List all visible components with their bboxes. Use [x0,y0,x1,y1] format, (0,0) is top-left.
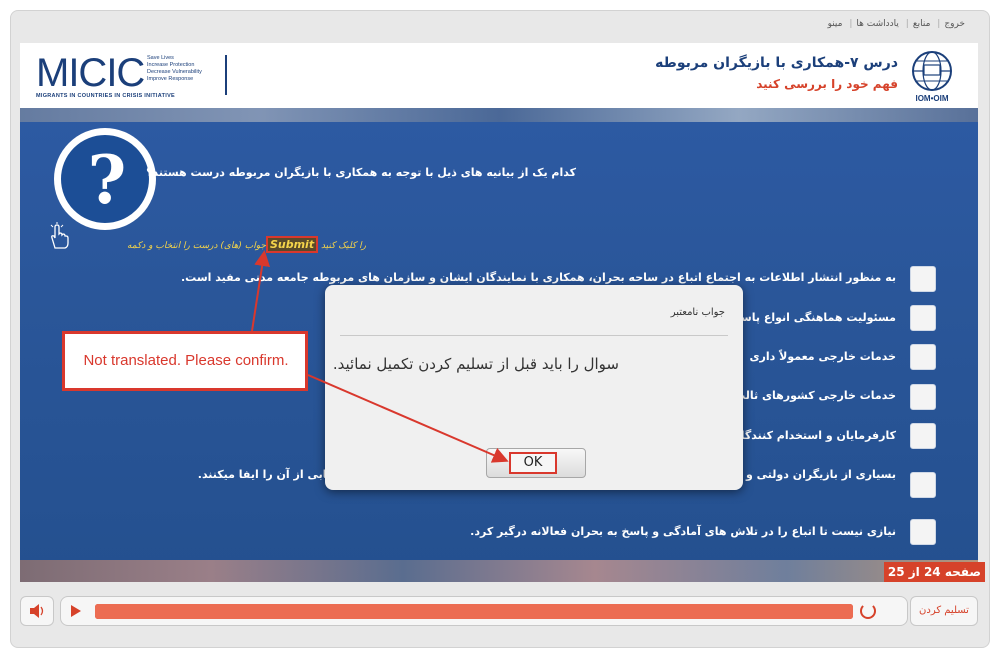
nav-resources[interactable]: منابع [909,19,935,29]
media-player [60,596,908,626]
question-text: کدام یک از بیانیه های ذیل با توجه به همک… [146,166,576,179]
play-icon[interactable] [71,605,81,617]
option-checkbox-5[interactable] [910,423,936,449]
option-text-7: نیازی نیست تا اتباع را در تلاش های آمادگ… [470,525,896,538]
dialog-title: جواب نامعتبر [670,307,725,318]
option-text-4: خدمات خارجی کشورهای ثالث [734,389,896,402]
logo-wordmark: MICIC [36,51,145,95]
option-checkbox-1[interactable] [910,266,936,292]
mute-button[interactable] [20,596,54,626]
option-checkbox-2[interactable] [910,305,936,331]
option-text-1: به منظور انتشار اطلاعات به اجتماع اتباع … [181,271,896,284]
option-text-2: مسئولیت هماهنگی انواع پاسخ [732,311,896,324]
playback-progress-bar[interactable] [95,604,853,619]
annotation-text: Not translated. Please confirm. [83,352,289,369]
submit-keyword: Submit [265,236,319,253]
ok-button[interactable]: OK [486,448,586,478]
logo-tagline: Save Lives Increase Protection Decrease … [147,55,202,82]
option-checkbox-3[interactable] [910,344,936,370]
dialog-divider [340,335,728,336]
option-checkbox-4[interactable] [910,384,936,410]
page-counter: صفحه 24 از 25 [883,562,985,582]
photo-band-bottom [20,560,978,582]
option-text-3: خدمات خارجی معمولاً داری [749,350,896,363]
lesson-title: درس ۷-همکاری با بازیگران مربوطه [655,55,898,71]
iom-logo: IOM•OIM [912,51,952,103]
svg-text:IOM•OIM: IOM•OIM [915,94,948,103]
nav-exit[interactable]: خروج [940,19,969,29]
instruction-hint: را کلیک کنید Submitجواب (های) درست را ان… [127,236,366,253]
speaker-icon [30,604,44,618]
pointer-hand-icon [50,222,69,249]
course-header: MICIC Save Lives Increase Protection Dec… [20,43,978,108]
logo-subtitle: MIGRANTS IN COUNTRIES IN CRISIS INITIATI… [36,93,176,99]
lesson-subtitle: فهم خود را بررسی کنید [756,77,898,91]
photo-band-top [20,108,978,122]
invalid-answer-dialog: جواب نامعتبر سوال را باید قبل از تسلیم ک… [325,285,743,490]
question-mark-icon: ? [54,128,156,230]
player-controls: تسلیم کردن [20,594,978,632]
replay-icon[interactable] [860,603,876,619]
nav-menu[interactable]: مینو [824,19,847,29]
header-divider [225,55,227,95]
submit-button[interactable]: تسلیم کردن [910,596,978,626]
dialog-message: سوال را باید قبل از تسلیم کردن تکمیل نما… [332,355,619,373]
option-checkbox-7[interactable] [910,519,936,545]
micic-logo: MICIC Save Lives Increase Protection Dec… [36,51,236,99]
ok-label: OK [509,452,557,474]
option-text-5: کارفرمایان و استخدام کنندگان [731,429,896,442]
nav-notes[interactable]: یادداشت ها [852,19,903,29]
option-checkbox-6[interactable] [910,472,936,498]
top-navigation: خروج| منابع| یادداشت ها| مینو [824,19,969,29]
translation-annotation: Not translated. Please confirm. [62,331,308,391]
